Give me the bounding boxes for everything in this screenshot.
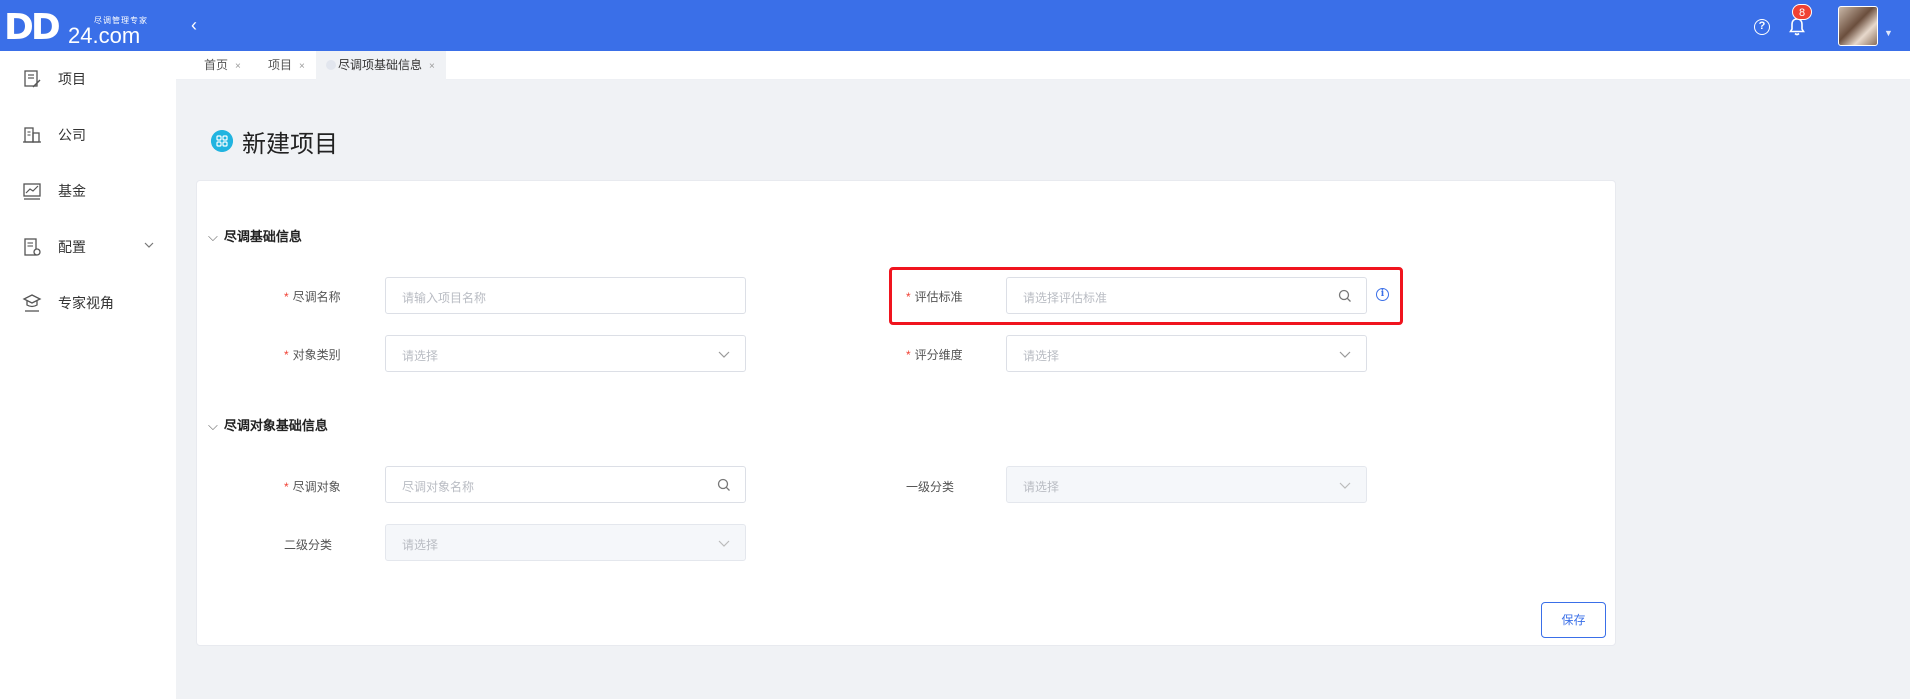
chevron-down-icon[interactable]: [717, 536, 731, 550]
document-edit-icon: [24, 70, 41, 88]
sidebar: 项目 公司 基金 配置 专家视角: [0, 51, 176, 699]
level2-category-select[interactable]: 请选择: [385, 524, 746, 561]
chevron-down-icon[interactable]: [144, 240, 154, 250]
collapse-sidebar-icon[interactable]: ‹: [184, 15, 204, 35]
tab-label: 项目: [268, 58, 293, 72]
sidebar-item-label: 配置: [58, 239, 86, 255]
tab-status-dot: [326, 60, 336, 70]
sidebar-item-expert-view[interactable]: 专家视角: [0, 283, 176, 323]
tabs-bar: 首页 × 项目 × 尽调项基础信息 ×: [176, 51, 1910, 80]
help-icon[interactable]: ?: [1754, 19, 1770, 35]
required-mark: *: [284, 348, 289, 362]
label-text: 尽调名称: [292, 290, 341, 304]
chevron-down-icon[interactable]: ⌵: [208, 418, 218, 434]
label-text: 尽调对象: [292, 480, 341, 494]
tab-projects[interactable]: 项目 ×: [268, 51, 305, 80]
eval-standard-search-input[interactable]: 请选择评估标准: [1006, 277, 1367, 314]
tab-label: 首页: [204, 58, 229, 72]
logo-domain: 24.com: [68, 23, 141, 48]
tab-due-diligence-info[interactable]: 尽调项基础信息 ×: [316, 51, 446, 80]
grid-apps-icon: [211, 130, 233, 152]
placeholder: 请选择评估标准: [1023, 291, 1108, 305]
label-text: 评分维度: [914, 348, 963, 362]
chevron-down-icon[interactable]: ⌵: [208, 229, 218, 245]
search-icon[interactable]: [717, 478, 731, 492]
field-label-object-category: * 对象类别: [284, 346, 341, 363]
chevron-down-icon[interactable]: [717, 347, 731, 361]
label-text: 评估标准: [914, 290, 963, 304]
close-icon[interactable]: ×: [429, 61, 435, 72]
score-dimension-select[interactable]: 请选择: [1006, 335, 1367, 372]
save-button[interactable]: 保存: [1541, 602, 1606, 638]
logo-mark: DD: [4, 7, 61, 48]
placeholder: 请选择: [1023, 480, 1060, 494]
label-text: 对象类别: [292, 348, 341, 362]
sidebar-item-label: 项目: [58, 71, 86, 87]
search-icon[interactable]: [1338, 289, 1352, 303]
required-mark: *: [906, 348, 911, 362]
tab-label: 尽调项基础信息: [338, 58, 423, 72]
close-icon[interactable]: ×: [299, 61, 305, 72]
level1-category-select[interactable]: 请选择: [1006, 466, 1367, 503]
sidebar-item-companies[interactable]: 公司: [0, 115, 176, 155]
sidebar-item-label: 公司: [58, 127, 86, 143]
chevron-down-icon[interactable]: [1338, 478, 1352, 492]
field-label-dd-target: * 尽调对象: [284, 478, 341, 495]
placeholder: 请选择: [402, 538, 439, 552]
chart-line-icon: [23, 183, 41, 200]
required-mark: *: [284, 290, 289, 304]
page-title: 新建项目: [242, 131, 338, 158]
logo: DD 尽调管理专家 24.com: [4, 5, 164, 48]
expert-icon: [22, 294, 42, 312]
required-mark: *: [906, 290, 911, 304]
field-label-score-dimension: * 评分维度: [906, 346, 963, 363]
sidebar-item-label: 专家视角: [58, 295, 114, 311]
section-header-object-info[interactable]: ⌵ 尽调对象基础信息: [208, 415, 328, 434]
form-card: [196, 180, 1616, 646]
field-label-dd-name: * 尽调名称: [284, 288, 341, 305]
label-text: 一级分类: [906, 480, 955, 494]
chevron-down-icon[interactable]: [1338, 347, 1352, 361]
section-header-basic-info[interactable]: ⌵ 尽调基础信息: [208, 226, 302, 245]
placeholder: 尽调对象名称: [402, 480, 475, 494]
close-icon[interactable]: ×: [235, 61, 241, 72]
object-category-select[interactable]: 请选择: [385, 335, 746, 372]
dd-target-search-input[interactable]: 尽调对象名称: [385, 466, 746, 503]
section-title: 尽调对象基础信息: [223, 418, 328, 433]
top-bar: DD 尽调管理专家 24.com ‹ ? 8 ▼: [0, 0, 1910, 51]
sidebar-item-funds[interactable]: 基金: [0, 171, 176, 211]
sidebar-item-projects[interactable]: 项目: [0, 59, 176, 99]
required-mark: *: [284, 480, 289, 494]
avatar[interactable]: [1838, 6, 1878, 46]
field-label-eval-standard: * 评估标准: [906, 288, 963, 305]
settings-doc-icon: [24, 238, 41, 256]
notification-badge: 8: [1792, 4, 1812, 20]
tab-home[interactable]: 首页 ×: [204, 51, 241, 80]
building-icon: [23, 127, 41, 143]
placeholder: 请输入项目名称: [402, 291, 487, 305]
dd-name-input[interactable]: 请输入项目名称: [385, 277, 746, 314]
placeholder: 请选择: [402, 349, 439, 363]
sidebar-item-config[interactable]: 配置: [0, 227, 176, 267]
avatar-dropdown-icon[interactable]: ▼: [1884, 28, 1893, 38]
sidebar-item-label: 基金: [58, 183, 86, 199]
section-title: 尽调基础信息: [223, 229, 302, 244]
placeholder: 请选择: [1023, 349, 1060, 363]
label-text: 二级分类: [284, 538, 333, 552]
field-label-level2-category: 二级分类: [284, 536, 332, 553]
field-label-level1-category: 一级分类: [906, 478, 954, 495]
info-icon[interactable]: i: [1376, 288, 1389, 301]
